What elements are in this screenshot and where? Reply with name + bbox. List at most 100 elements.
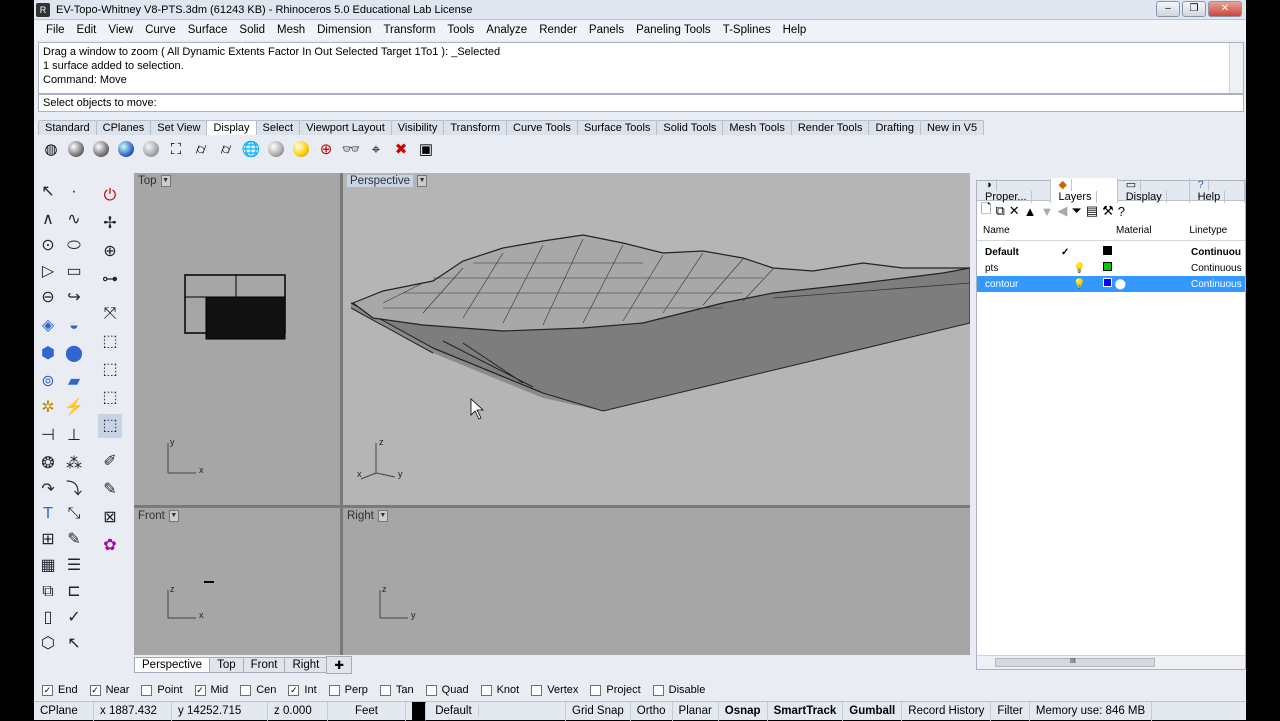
- col-name[interactable]: Name: [977, 225, 1116, 236]
- target-icon[interactable]: ⊕: [315, 138, 337, 160]
- gear-icon[interactable]: ✿: [98, 534, 122, 558]
- pan-icon[interactable]: ✢: [98, 212, 122, 236]
- layer-row-default[interactable]: Default ✓ Continuou: [977, 244, 1245, 260]
- lightbulb-icon[interactable]: 💡: [1061, 263, 1103, 274]
- ellipse-icon[interactable]: ⬭: [62, 234, 86, 258]
- rendered-blue-icon[interactable]: [115, 138, 137, 160]
- osnap-checkbox[interactable]: [590, 684, 602, 696]
- new-layer-icon[interactable]: 🗋: [981, 200, 991, 222]
- toolbar-tab-set-view[interactable]: Set View: [150, 120, 208, 135]
- cursor-icon[interactable]: ↖: [62, 632, 86, 656]
- maximize-button[interactable]: ❐: [1182, 1, 1206, 17]
- zoom-window-icon[interactable]: ⤧: [98, 302, 122, 326]
- toolbar-tab-surface-tools[interactable]: Surface Tools: [576, 120, 658, 135]
- toolbar-tab-select[interactable]: Select: [255, 120, 301, 135]
- ghosted-icon[interactable]: [140, 138, 162, 160]
- close-button[interactable]: ✕: [1208, 1, 1242, 17]
- menu-paneling-tools[interactable]: Paneling Tools: [630, 24, 717, 36]
- mesh-plane-icon[interactable]: ▰: [62, 370, 86, 394]
- sphere-icon[interactable]: [265, 138, 287, 160]
- move-left-icon[interactable]: ◀: [1057, 203, 1067, 219]
- viewport-tab-front[interactable]: Front: [242, 657, 286, 673]
- zoom-extents-icon[interactable]: ⬚: [98, 330, 122, 354]
- polyline-icon[interactable]: ∧: [36, 208, 60, 232]
- current-check[interactable]: ✓: [1061, 247, 1103, 258]
- pencil-icon[interactable]: ✎: [62, 528, 86, 552]
- menu-mesh[interactable]: Mesh: [271, 24, 311, 36]
- layer-row-pts[interactable]: pts 💡 Continuous: [977, 260, 1245, 276]
- points-icon[interactable]: ⁂: [62, 452, 86, 476]
- osnap-int[interactable]: ✓ Int: [288, 684, 317, 696]
- menu-panels[interactable]: Panels: [583, 24, 630, 36]
- grid-icon[interactable]: ▦: [36, 554, 60, 578]
- curve-icon[interactable]: ∿: [62, 208, 86, 232]
- power-icon[interactable]: ⏻: [98, 184, 122, 208]
- tools-icon[interactable]: ⚒: [1102, 203, 1114, 219]
- grid-snap-toggle[interactable]: Grid Snap: [566, 701, 631, 721]
- move-up-icon[interactable]: ▲: [1024, 204, 1037, 219]
- viewport-tab-top[interactable]: Top: [209, 657, 244, 673]
- technical-icon[interactable]: ⌭: [190, 138, 212, 160]
- brush-icon[interactable]: ✐: [98, 450, 122, 474]
- select-arrow-icon[interactable]: ↖: [36, 180, 60, 204]
- toolbar-tab-render-tools[interactable]: Render Tools: [790, 120, 870, 135]
- menu-view[interactable]: View: [102, 24, 139, 36]
- sweep-icon[interactable]: ◒: [62, 314, 86, 338]
- col-material[interactable]: Material: [1116, 225, 1189, 236]
- zoom-icon[interactable]: ⊶: [98, 268, 122, 292]
- layer-color-swatch[interactable]: [1103, 262, 1112, 271]
- block-icon[interactable]: ⊞: [36, 528, 60, 552]
- cplane-label[interactable]: CPlane: [34, 701, 94, 721]
- layer-color-swatch[interactable]: [1103, 278, 1112, 287]
- fillet-icon[interactable]: ↪: [62, 286, 86, 310]
- toolbar-tab-standard[interactable]: Standard: [38, 120, 97, 135]
- perspective-viewport[interactable]: Perspective ▼ z x y: [343, 173, 970, 505]
- osnap-checkbox[interactable]: [240, 684, 252, 696]
- camera-icon[interactable]: ⌖: [365, 138, 387, 160]
- rotate-icon[interactable]: ↷: [36, 478, 60, 502]
- move-icon[interactable]: ⊣: [36, 424, 60, 448]
- zoom-selected-all-icon[interactable]: ⬚: [98, 414, 122, 438]
- wireframe-icon[interactable]: ◍: [40, 138, 62, 160]
- toolbar-tab-transform[interactable]: Transform: [443, 120, 508, 135]
- osnap-point[interactable]: Point: [141, 684, 183, 696]
- add-viewport-tab-icon[interactable]: ✚: [326, 656, 352, 674]
- osnap-knot[interactable]: Knot: [480, 684, 519, 696]
- new-sublayer-icon[interactable]: ⧉: [995, 203, 1004, 219]
- osnap-checkbox[interactable]: [379, 684, 391, 696]
- command-prompt[interactable]: Select objects to move:: [38, 94, 1244, 112]
- scroll-thumb[interactable]: III: [995, 658, 1155, 667]
- osnap-checkbox[interactable]: [480, 684, 492, 696]
- mesh-icon[interactable]: ⊚: [36, 370, 60, 394]
- menu-transform[interactable]: Transform: [377, 24, 441, 36]
- osnap-end[interactable]: ✓ End: [42, 684, 78, 696]
- osnap-quad[interactable]: Quad: [425, 684, 469, 696]
- artistic-icon[interactable]: ⌭: [215, 138, 237, 160]
- osnap-checkbox[interactable]: [425, 684, 437, 696]
- move-down-icon[interactable]: ▼: [1041, 204, 1054, 219]
- arc-icon[interactable]: ⊖: [36, 286, 60, 310]
- current-layer[interactable]: Default: [406, 701, 566, 721]
- circle-icon[interactable]: ⊙: [36, 234, 60, 258]
- front-viewport[interactable]: Front ▼ z x: [134, 508, 340, 655]
- boolean-icon[interactable]: ⬤: [62, 342, 86, 366]
- surface-icon[interactable]: ◈: [36, 314, 60, 338]
- menu-solid[interactable]: Solid: [233, 24, 271, 36]
- osnap-disable[interactable]: Disable: [652, 684, 705, 696]
- filter-toggle[interactable]: Filter: [991, 701, 1030, 721]
- group-icon[interactable]: ❂: [36, 452, 60, 476]
- toolbar-tab-solid-tools[interactable]: Solid Tools: [656, 120, 724, 135]
- osnap-checkbox[interactable]: ✓: [42, 684, 53, 696]
- osnap-mid[interactable]: ✓ Mid: [194, 684, 228, 696]
- record-history-toggle[interactable]: Record History: [902, 701, 992, 721]
- toolbar-tab-viewport-layout[interactable]: Viewport Layout: [299, 120, 392, 135]
- col-linetype[interactable]: Linetype: [1189, 225, 1245, 236]
- menu-file[interactable]: File: [40, 24, 71, 36]
- rectangle-icon[interactable]: ▭: [62, 260, 86, 284]
- layer-row-contour[interactable]: contour 💡 ⬤ Continuous: [977, 276, 1245, 292]
- menu-dimension[interactable]: Dimension: [311, 24, 377, 36]
- smarttrack-toggle[interactable]: SmartTrack: [768, 701, 844, 721]
- dimension-icon[interactable]: ⤡: [62, 502, 86, 526]
- menu-surface[interactable]: Surface: [182, 24, 234, 36]
- box-icon[interactable]: ⬢: [36, 342, 60, 366]
